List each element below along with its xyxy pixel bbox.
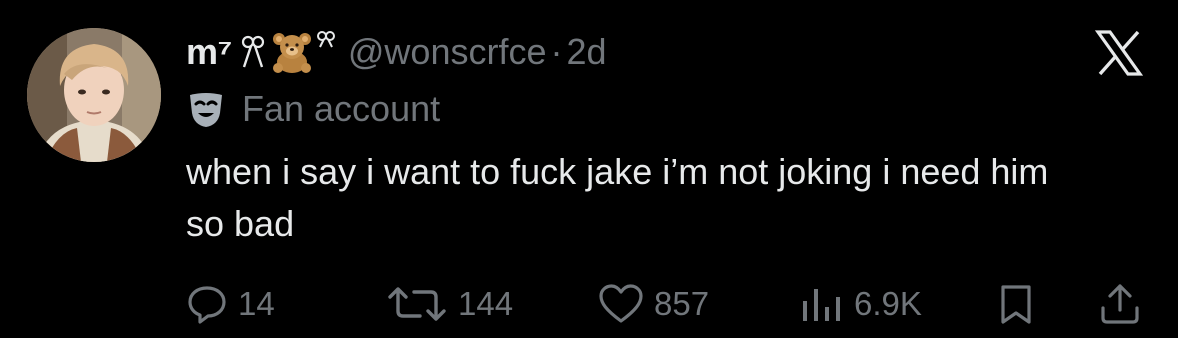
views-button[interactable]: 6.9K xyxy=(800,282,922,326)
reply-button[interactable]: 14 xyxy=(186,282,275,326)
ribbon-icon xyxy=(240,35,266,69)
like-count: 857 xyxy=(654,285,710,322)
x-logo-icon[interactable] xyxy=(1094,30,1144,76)
display-name[interactable]: m⁷ xyxy=(186,31,232,73)
separator-dot: · xyxy=(550,31,563,72)
bookmark-button[interactable] xyxy=(996,282,1036,326)
theater-mask-icon xyxy=(186,89,226,129)
avatar-image xyxy=(27,28,161,162)
bookmark-icon xyxy=(996,283,1036,325)
repost-icon xyxy=(386,283,448,325)
heart-icon xyxy=(598,283,644,325)
tweet-actions: 14 144 857 6.9K xyxy=(186,282,1146,326)
share-icon xyxy=(1098,282,1142,326)
analytics-icon xyxy=(800,283,844,325)
share-button[interactable] xyxy=(1098,282,1142,326)
reply-icon xyxy=(186,283,228,325)
view-count: 6.9K xyxy=(854,285,922,322)
timestamp[interactable]: 2d xyxy=(566,31,606,73)
teddy-bear-icon xyxy=(270,30,314,74)
like-button[interactable]: 857 xyxy=(598,282,709,326)
tweet-header: m⁷ @wonscrfce · 2d xyxy=(186,26,607,78)
user-handle[interactable]: @wonscrfce xyxy=(348,31,547,73)
ribbon-icon xyxy=(316,30,336,48)
account-label-text: Fan account xyxy=(242,88,441,129)
repost-count: 144 xyxy=(458,285,514,322)
reply-count: 14 xyxy=(238,285,275,322)
account-label: Fan account xyxy=(186,86,440,132)
avatar[interactable] xyxy=(27,28,161,162)
tweet-text: when i say i want to fuck jake i’m not j… xyxy=(186,151,1049,244)
repost-button[interactable]: 144 xyxy=(386,282,513,326)
